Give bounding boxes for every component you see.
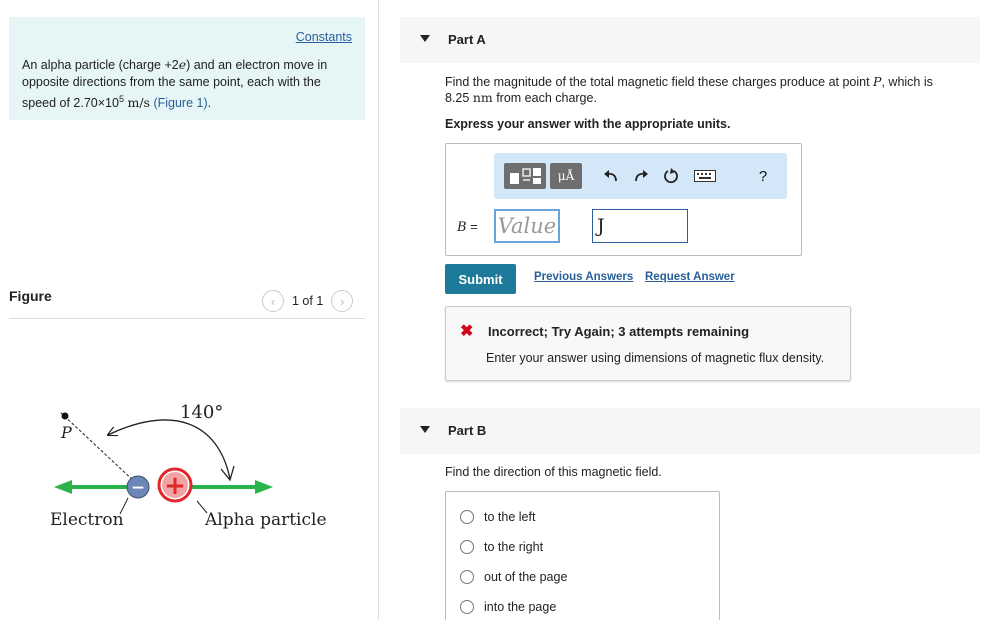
- undo-icon[interactable]: [600, 165, 622, 187]
- feedback-box: ✖ Incorrect; Try Again; 3 attempts remai…: [445, 306, 851, 381]
- alpha-label: Alpha particle: [204, 510, 327, 530]
- submit-button[interactable]: Submit: [445, 264, 516, 294]
- choice-option[interactable]: to the right: [460, 540, 543, 554]
- radio-button[interactable]: [460, 540, 474, 554]
- charge-variable: e: [178, 57, 187, 72]
- units-icon[interactable]: μÅ: [550, 163, 582, 189]
- electron-arrow-head: [54, 480, 72, 494]
- chevron-left-icon[interactable]: ‹: [262, 290, 284, 312]
- value-input[interactable]: Value: [494, 209, 560, 243]
- problem-statement-box: Constants An alpha particle (charge +2e)…: [9, 17, 365, 120]
- constants-link[interactable]: Constants: [296, 30, 352, 44]
- figure-title: Figure: [9, 288, 52, 304]
- equals-sign: =: [466, 219, 478, 234]
- choice-label: to the left: [484, 510, 536, 524]
- radio-button[interactable]: [460, 600, 474, 614]
- part-b-label: Part B: [448, 423, 487, 438]
- radio-button[interactable]: [460, 510, 474, 524]
- alpha-sign: +: [164, 471, 186, 501]
- part-a-label: Part A: [448, 32, 486, 47]
- point-p: [61, 412, 69, 420]
- math-toolbar: μÅ ?: [494, 153, 787, 199]
- choice-label: to the right: [484, 540, 544, 554]
- b-equals-label: B =: [457, 219, 478, 235]
- answer-instruction: Express your answer with the appropriate…: [445, 117, 731, 131]
- chevron-right-icon[interactable]: ›: [331, 290, 354, 312]
- redo-icon[interactable]: [630, 165, 652, 187]
- speed-value: speed of 2.70×10: [22, 96, 119, 111]
- x-mark-icon: ✖: [460, 323, 474, 340]
- question-text-mid: , which is: [881, 75, 933, 89]
- b-variable: B: [457, 220, 467, 235]
- choice-option[interactable]: out of the page: [460, 570, 567, 584]
- choice-label: into the page: [484, 600, 557, 614]
- problem-line3-end: .: [207, 96, 212, 111]
- problem-line1: An alpha particle (charge +2: [22, 58, 179, 72]
- answer-box: μÅ ? B = Value J: [445, 143, 802, 256]
- part-b-header[interactable]: Part B: [400, 408, 980, 454]
- choice-option[interactable]: into the page: [460, 600, 556, 614]
- figure-divider: [9, 318, 365, 319]
- choice-option[interactable]: to the left: [460, 510, 535, 524]
- angle-label: 140°: [180, 402, 223, 423]
- column-separator: [378, 0, 379, 620]
- distance-unit: nm: [472, 90, 493, 105]
- figure-diagram: P 140° − + Electron Alpha particle: [50, 402, 327, 530]
- problem-text: An alpha particle (charge +2e) and an el…: [22, 56, 352, 112]
- speed-exponent: 5: [118, 94, 124, 104]
- figure-page-count: 1 of 1: [292, 294, 324, 308]
- reset-icon[interactable]: [660, 165, 682, 187]
- help-icon[interactable]: ?: [752, 165, 774, 187]
- electron-label: Electron: [50, 510, 124, 530]
- part-a-question: Find the magnitude of the total magnetic…: [445, 74, 975, 106]
- previous-answers-link[interactable]: Previous Answers: [534, 271, 633, 283]
- electron-sign: −: [131, 478, 145, 498]
- radio-button[interactable]: [460, 570, 474, 584]
- collapse-triangle-icon[interactable]: [420, 35, 430, 42]
- part-b-question: Find the direction of this magnetic fiel…: [445, 465, 662, 479]
- templates-icon[interactable]: [504, 163, 546, 189]
- point-p-label: P: [60, 423, 72, 442]
- figure-link[interactable]: (Figure 1): [153, 96, 207, 110]
- part-a-header[interactable]: Part A: [400, 17, 980, 63]
- unit-input[interactable]: J: [592, 209, 688, 243]
- question-text-end: from each charge.: [492, 91, 597, 105]
- distance-value: 8.25: [445, 91, 473, 105]
- left-panel: Constants An alpha particle (charge +2e)…: [0, 0, 378, 620]
- question-text: Find the magnitude of the total magnetic…: [445, 75, 874, 89]
- request-answer-link[interactable]: Request Answer: [645, 271, 735, 283]
- feedback-body: Enter your answer using dimensions of ma…: [486, 351, 825, 365]
- problem-line1-end: ) and an electron move in: [186, 58, 328, 72]
- choice-label: out of the page: [484, 570, 568, 584]
- collapse-triangle-icon[interactable]: [420, 426, 430, 433]
- figure-pager: ‹ 1 of 1 ›: [262, 290, 354, 312]
- direction-choices: to the left to the right out of the page…: [445, 491, 720, 620]
- problem-line2: opposite directions from the same point,…: [22, 75, 321, 89]
- alpha-arrow-head: [255, 480, 273, 494]
- keyboard-icon[interactable]: [692, 165, 718, 187]
- feedback-title: Incorrect; Try Again; 3 attempts remaini…: [488, 324, 750, 339]
- speed-unit: m/s: [127, 95, 150, 111]
